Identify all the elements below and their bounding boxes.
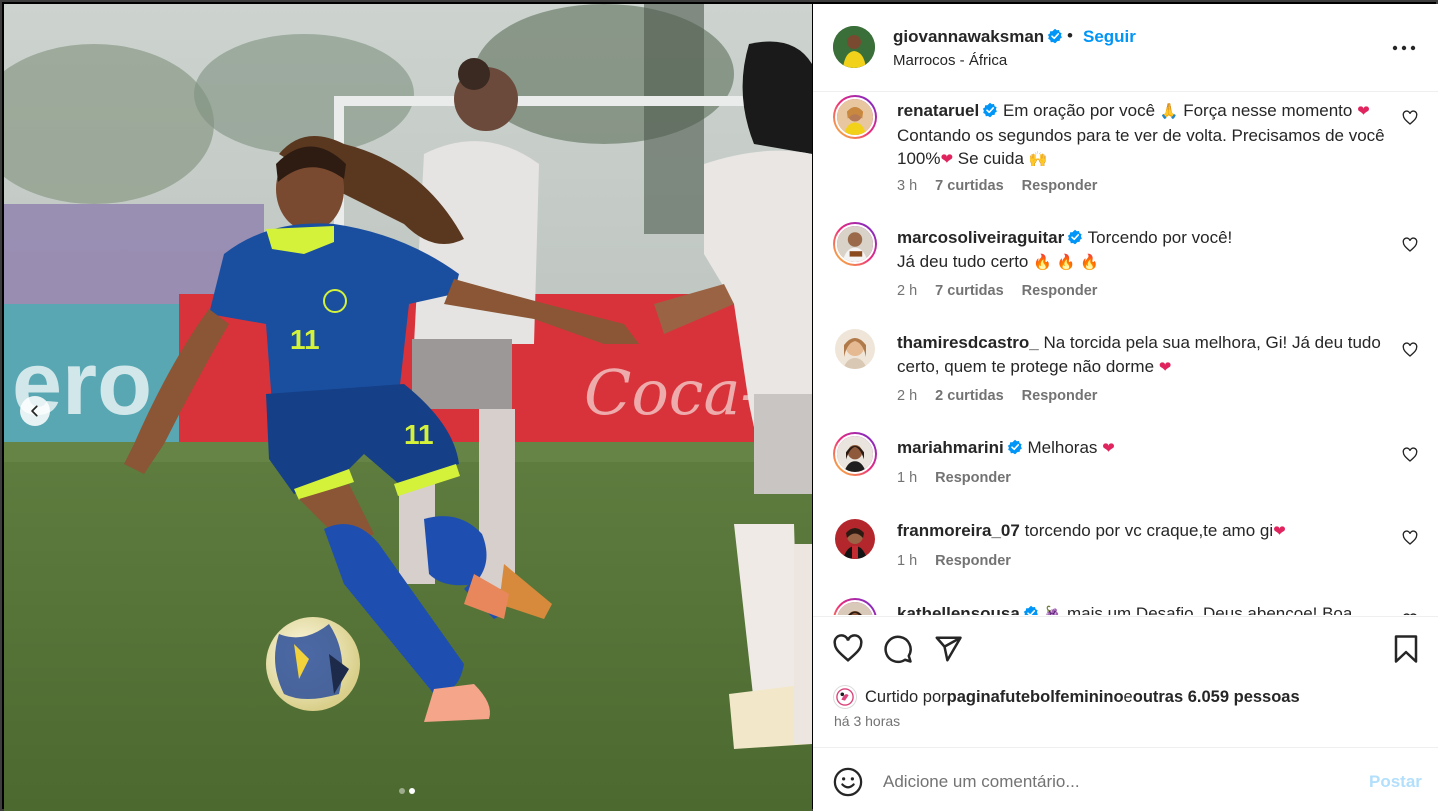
commenter-avatar[interactable] xyxy=(835,329,875,369)
commenter-username[interactable]: thamiresdcastro_ xyxy=(897,333,1039,352)
commenter-avatar[interactable] xyxy=(835,519,875,559)
comment-body: mais um Desafio, Deus abençoe! Boa xyxy=(1062,604,1353,615)
share-send-icon[interactable] xyxy=(933,634,963,664)
heart-outline-icon[interactable] xyxy=(1402,237,1418,253)
comment-likes[interactable]: 7 curtidas xyxy=(935,283,1004,299)
comment-body: Força nesse momento xyxy=(1178,101,1358,120)
comment-text: thamiresdcastro_ Na torcida pela sua mel… xyxy=(897,331,1387,379)
carousel-prev-button[interactable] xyxy=(20,396,50,426)
author-avatar[interactable] xyxy=(833,26,875,68)
heart-emoji: ❤ xyxy=(940,150,954,168)
comment-time[interactable]: 3 h xyxy=(897,178,917,194)
pray-emoji: 🙏 xyxy=(1159,102,1179,120)
reply-button[interactable]: Responder xyxy=(1022,388,1098,404)
heart-outline-icon[interactable] xyxy=(1402,110,1418,126)
comment-text: mariahmarini Melhoras ❤ xyxy=(897,436,1387,461)
liked-by-user[interactable]: paginafutebolfeminino xyxy=(947,688,1124,707)
verified-badge-icon xyxy=(1007,439,1022,455)
heart-emoji: ❤ xyxy=(1273,522,1286,540)
heart-outline-icon[interactable] xyxy=(1402,530,1418,546)
post-timestamp[interactable]: há 3 horas xyxy=(834,713,900,729)
verified-badge-icon xyxy=(1068,229,1083,245)
soccer-photo-illustration: ero Coca-Co 11 xyxy=(4,4,812,811)
post-location[interactable]: Marrocos - África xyxy=(893,52,1007,69)
commenter-avatar[interactable] xyxy=(833,598,877,615)
comment-body: Já deu tudo certo xyxy=(897,251,1034,271)
comment-time[interactable]: 1 h xyxy=(897,553,917,569)
verified-badge-icon xyxy=(1048,28,1063,44)
heart-outline-icon[interactable] xyxy=(1402,342,1418,358)
commenter-avatar[interactable] xyxy=(833,432,877,476)
comment-meta: 2 h 2 curtidas Responder xyxy=(897,388,1097,404)
reply-button[interactable]: Responder xyxy=(935,470,1011,486)
comment-text: marcosoliveiraguitar Torcendo por você! … xyxy=(897,226,1387,274)
comment-likes[interactable]: 2 curtidas xyxy=(935,388,1004,404)
reply-button[interactable]: Responder xyxy=(1022,178,1098,194)
comment-text: franmoreira_07 torcendo por vc craque,te… xyxy=(897,519,1387,544)
chevron-left-icon xyxy=(31,405,38,417)
save-bookmark-icon[interactable] xyxy=(1391,634,1421,664)
post-modal: ero Coca-Co 11 xyxy=(0,0,1438,811)
liked-by-and: e xyxy=(1123,687,1133,706)
commenter-avatar[interactable] xyxy=(833,95,877,139)
follow-button[interactable]: Seguir xyxy=(1083,27,1136,47)
raised-hands-emoji: 🙌 xyxy=(1028,150,1048,168)
verified-badge-icon xyxy=(1023,605,1038,615)
comment-time[interactable]: 1 h xyxy=(897,470,917,486)
post-side-panel: giovannawaksman • Seguir Marrocos - Áfri… xyxy=(813,4,1438,811)
fire-emoji: 🔥 🔥 🔥 xyxy=(1033,252,1099,271)
comments-list[interactable]: renataruel Em oração por você 🙏 Força ne… xyxy=(813,93,1438,615)
grapes-emoji: 🍇 xyxy=(1043,605,1063,615)
carousel-dot xyxy=(399,788,405,794)
heart-emoji: ❤ xyxy=(1102,439,1115,457)
author-username[interactable]: giovannawaksman xyxy=(893,27,1063,47)
verified-badge-icon xyxy=(983,102,998,118)
commenter-username[interactable]: kathellensousa xyxy=(897,604,1039,615)
heart-outline-icon[interactable] xyxy=(1402,613,1418,615)
comment-meta: 3 h 7 curtidas Responder xyxy=(897,178,1097,194)
emoji-picker-icon[interactable] xyxy=(833,767,863,797)
comment-likes[interactable]: 7 curtidas xyxy=(935,178,1004,194)
comment-body: Melhoras xyxy=(1027,438,1103,457)
heart-emoji: ❤ xyxy=(1158,357,1172,376)
comment-text: renataruel Em oração por você 🙏 Força ne… xyxy=(897,99,1387,172)
comment-meta: 1 h Responder xyxy=(897,470,1011,486)
svg-text:11: 11 xyxy=(290,324,320,355)
commenter-username[interactable]: renataruel xyxy=(897,101,998,120)
reply-button[interactable]: Responder xyxy=(1022,283,1098,299)
more-options-icon[interactable] xyxy=(1391,38,1417,58)
post-comment-button[interactable]: Postar xyxy=(1369,772,1422,792)
heart-outline-icon[interactable] xyxy=(1402,447,1418,463)
svg-text:11: 11 xyxy=(404,419,434,450)
comment-body: Em oração por você xyxy=(1002,101,1160,120)
reply-button[interactable]: Responder xyxy=(935,553,1011,569)
carousel-dot-active xyxy=(409,788,415,794)
carousel-indicator xyxy=(399,788,415,794)
comment-input[interactable] xyxy=(883,768,1343,796)
liked-by-summary: Curtido por paginafutebolfeminino e outr… xyxy=(833,685,1300,709)
post-photo: ero Coca-Co 11 xyxy=(4,4,812,811)
post-header: giovannawaksman • Seguir Marrocos - Áfri… xyxy=(813,4,1438,92)
comment-composer: Postar xyxy=(813,747,1438,811)
comment-time[interactable]: 2 h xyxy=(897,388,917,404)
comment-meta: 1 h Responder xyxy=(897,553,1011,569)
comment-bubble-icon[interactable] xyxy=(883,634,913,664)
like-heart-icon[interactable] xyxy=(833,634,863,664)
liked-by-prefix: Curtido por xyxy=(865,687,947,706)
post-actions: Curtido por paginafutebolfeminino e outr… xyxy=(813,616,1438,751)
liked-by-others[interactable]: outras 6.059 pessoas xyxy=(1133,688,1300,707)
commenter-username[interactable]: marcosoliveiraguitar xyxy=(897,228,1083,247)
commenter-avatar[interactable] xyxy=(833,222,877,266)
comment-time[interactable]: 2 h xyxy=(897,283,917,299)
comment-body: torcendo por vc craque,te amo gi xyxy=(1024,521,1274,540)
commenter-username[interactable]: mariahmarini xyxy=(897,438,1023,457)
commenter-username[interactable]: franmoreira_07 xyxy=(897,521,1020,540)
comment-body: Se cuida xyxy=(953,149,1029,168)
header-separator: • xyxy=(1067,26,1073,45)
comment-meta: 2 h 7 curtidas Responder xyxy=(897,283,1097,299)
comment-text: kathellensousa 🍇 mais um Desafio, Deus a… xyxy=(897,602,1387,615)
heart-emoji: ❤ xyxy=(1357,102,1370,120)
comment-body: Torcendo por você! xyxy=(1087,228,1233,247)
liker-avatar[interactable] xyxy=(833,685,857,709)
